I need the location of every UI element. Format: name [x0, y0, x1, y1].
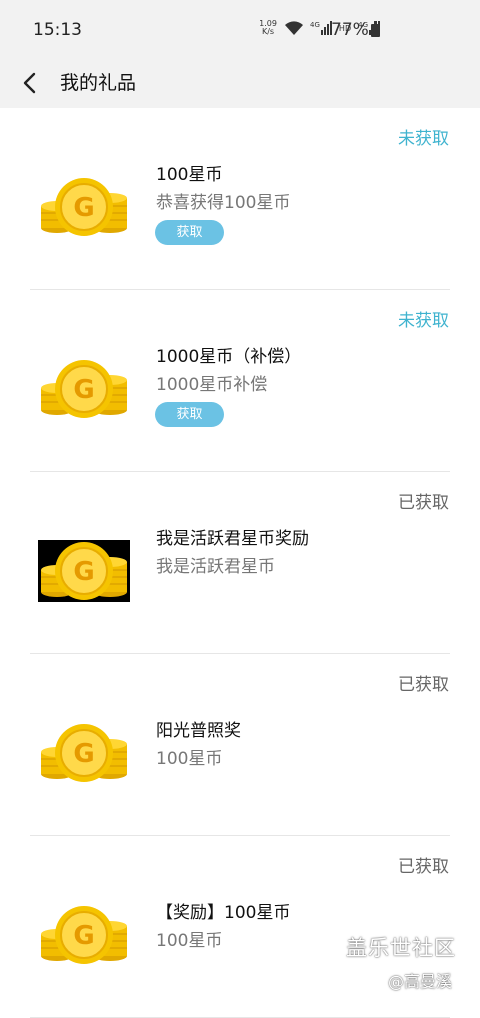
chevron-left-icon	[23, 72, 36, 94]
page-title: 我的礼品	[60, 72, 137, 94]
watermark-user: @高曼溪	[388, 972, 453, 991]
gift-name: 我是活跃君星币奖励	[156, 529, 309, 549]
gold-coin-icon	[38, 722, 130, 784]
back-button[interactable]	[14, 65, 50, 101]
signal1-label: 4G	[310, 21, 320, 29]
gift-item[interactable]: 未获取 100星币 恭喜获得100星币 获取	[0, 108, 480, 290]
header: 我的礼品	[0, 58, 480, 108]
gold-coin-icon	[38, 540, 130, 602]
gift-desc: 恭喜获得100星币	[156, 193, 291, 213]
gift-name: 【奖励】100星币	[156, 903, 291, 923]
gift-name: 1000星币（补偿）	[156, 347, 302, 367]
gold-coin-icon	[38, 358, 130, 420]
claim-button[interactable]: 获取	[155, 402, 224, 427]
battery-icon	[371, 21, 380, 37]
gift-name: 阳光普照奖	[156, 721, 241, 741]
gift-status: 已获取	[398, 493, 449, 513]
gift-item[interactable]: 已获取 我是活跃君星币奖励 我是活跃君星币	[0, 472, 480, 654]
gift-desc: 我是活跃君星币	[156, 557, 275, 577]
gift-status: 未获取	[398, 311, 449, 331]
gift-desc: 100星币	[156, 749, 223, 769]
network-speed: 1.09 K/s	[258, 20, 278, 36]
gift-item[interactable]: 未获取 1000星币（补偿） 1000星币补偿 获取	[0, 290, 480, 472]
network-speed-unit: K/s	[261, 27, 275, 36]
gift-list: 未获取 100星币 恭喜获得100星币 获取 未获取 1000星币（补偿） 10…	[0, 108, 480, 1018]
gift-status: 已获取	[398, 675, 449, 695]
signal-icon: 4G	[310, 21, 333, 35]
gift-status: 未获取	[398, 129, 449, 149]
status-bar: 15:13 1.09 K/s 4G HD 4G 77%	[0, 0, 480, 58]
battery-percent: 77%	[331, 20, 369, 40]
gift-name: 100星币	[156, 165, 223, 185]
wifi-icon	[285, 21, 304, 35]
gift-desc: 100星币	[156, 931, 223, 951]
gold-coin-icon	[38, 904, 130, 966]
gift-desc: 1000星币补偿	[156, 375, 268, 395]
watermark-title: 盖乐世社区	[346, 936, 456, 960]
gold-coin-icon	[38, 176, 130, 238]
gift-status: 已获取	[398, 857, 449, 877]
status-time: 15:13	[33, 20, 82, 40]
claim-button[interactable]: 获取	[155, 220, 224, 245]
gift-item[interactable]: 已获取 阳光普照奖 100星币	[0, 654, 480, 836]
